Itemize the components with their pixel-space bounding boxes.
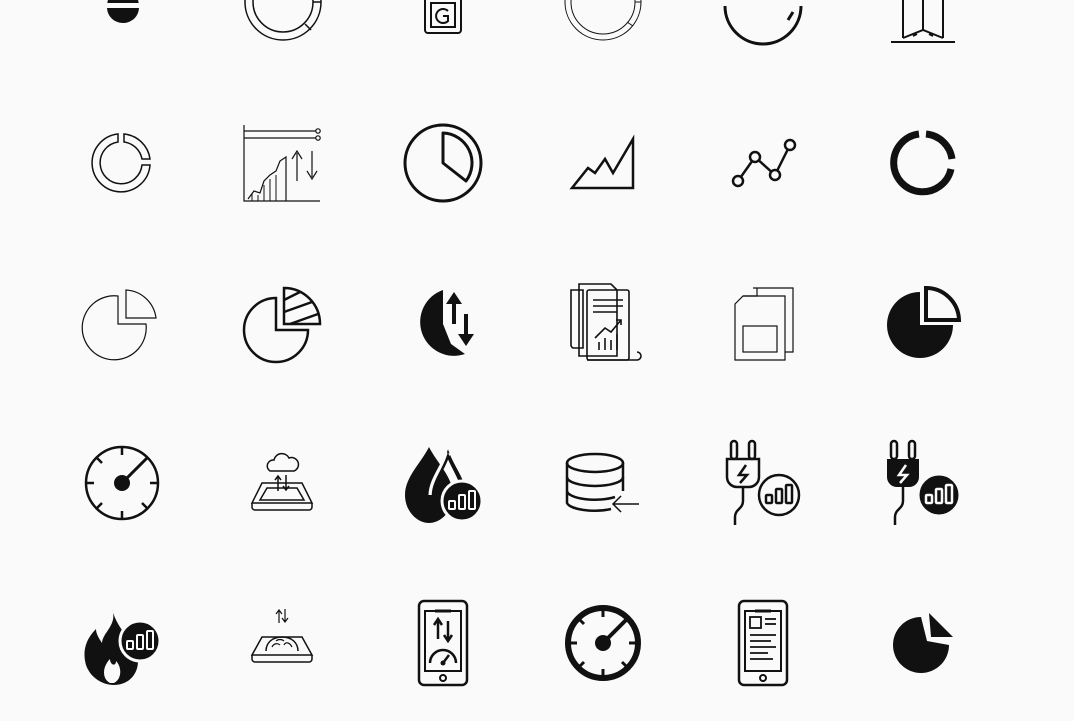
financial-growth-chart-icon — [232, 113, 332, 213]
donut-chart-bold-icon — [873, 113, 973, 213]
pie-chart-filled-icon — [873, 272, 973, 372]
speedometer-bold-icon — [553, 593, 653, 693]
icon-gallery — [0, 0, 1074, 721]
tablet-brain-transfer-icon — [232, 593, 332, 693]
sim-card-icon — [713, 272, 813, 372]
database-tower-icon — [873, 0, 973, 62]
pie-chart-slice-icon — [393, 113, 493, 213]
mobile-document-icon — [713, 593, 813, 693]
financial-report-documents-icon — [553, 272, 653, 372]
donut-chart-outline-icon — [233, 0, 333, 62]
database-import-icon — [553, 433, 653, 533]
plug-stats-outline-icon — [713, 433, 813, 533]
cloud-tablet-transfer-icon — [232, 433, 332, 533]
area-chart-icon — [553, 113, 653, 213]
donut-chart-thin-icon — [553, 0, 653, 62]
pie-chart-thin-icon — [72, 272, 172, 372]
plug-stats-filled-icon — [873, 433, 973, 533]
pie-chart-transfer-icon — [393, 272, 493, 372]
gauge-arc-icon — [713, 0, 813, 62]
speedometer-icon — [72, 433, 172, 533]
water-drops-stats-icon — [393, 433, 493, 533]
line-graph-nodes-icon — [713, 113, 813, 213]
fire-stats-icon — [72, 593, 172, 693]
pie-chart-striped-slice-icon — [232, 272, 332, 372]
mobile-report-icon — [393, 0, 493, 45]
mobile-speed-transfer-icon — [393, 593, 493, 693]
donut-chart-small-icon — [72, 113, 172, 213]
pie-chart-exploded-icon — [873, 593, 973, 693]
data-drop-icon — [73, 0, 173, 65]
